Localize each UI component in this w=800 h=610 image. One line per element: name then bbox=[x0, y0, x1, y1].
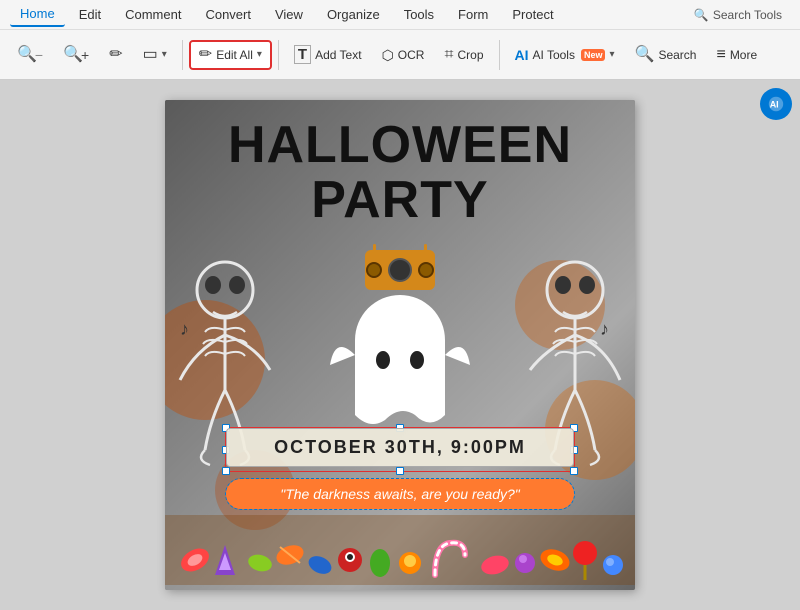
date-text-box[interactable]: OCTOBER 30TH, 9:00PM bbox=[226, 428, 574, 467]
menu-convert[interactable]: Convert bbox=[195, 3, 261, 26]
search-tools-area[interactable]: 🔍 Search Tools bbox=[686, 5, 790, 25]
ai-tools-label: AI Tools bbox=[533, 48, 575, 62]
edit-all-chevron: ▾ bbox=[257, 49, 262, 60]
ghost-character bbox=[355, 295, 445, 435]
more-button[interactable]: ≡ More bbox=[707, 41, 766, 69]
svg-text:♪: ♪ bbox=[180, 319, 189, 339]
shapes-button[interactable]: ▭ ▾ bbox=[134, 41, 176, 69]
text-box-area: OCTOBER 30TH, 9:00PM "The darkness await… bbox=[225, 427, 575, 510]
boombox-antenna-left bbox=[373, 244, 376, 256]
zoom-out-minus: − bbox=[35, 47, 43, 63]
add-text-button[interactable]: T Add Text bbox=[285, 39, 371, 70]
candy-decorations bbox=[165, 515, 635, 585]
menu-view[interactable]: View bbox=[265, 3, 313, 26]
ghost-arms-svg bbox=[325, 325, 475, 385]
handle-br[interactable] bbox=[570, 467, 578, 475]
zoom-in-plus: + bbox=[81, 47, 89, 63]
edit-all-button[interactable]: ✏ Edit All ▾ bbox=[189, 40, 272, 70]
handle-bl[interactable] bbox=[222, 467, 230, 475]
ai-tools-chevron: ▾ bbox=[609, 49, 614, 60]
shapes-chevron: ▾ bbox=[162, 49, 167, 60]
zoom-out-icon: 🔍 bbox=[17, 47, 37, 63]
boombox bbox=[365, 250, 435, 290]
menu-tools[interactable]: Tools bbox=[394, 3, 444, 26]
quote-box-wrapper: "The darkness awaits, are you ready?" bbox=[225, 478, 575, 510]
separator-3 bbox=[499, 40, 500, 70]
toolbar: 🔍 − 🔍 + ✏ ▭ ▾ ✏ Edit All ▾ T Add Text ⬡ … bbox=[0, 30, 800, 80]
handle-bm[interactable] bbox=[396, 467, 404, 475]
search-button[interactable]: 🔍 Search bbox=[626, 41, 706, 69]
highlight-icon: ✏ bbox=[109, 47, 122, 63]
edit-all-icon: ✏ bbox=[199, 47, 212, 63]
highlight-button[interactable]: ✏ bbox=[100, 41, 131, 69]
crop-button[interactable]: ⌗ Crop bbox=[435, 41, 492, 69]
ai-tools-icon: AI bbox=[515, 48, 529, 62]
crop-icon: ⌗ bbox=[444, 47, 453, 63]
svg-text:♪: ♪ bbox=[600, 319, 609, 339]
separator-2 bbox=[278, 40, 279, 70]
menu-edit[interactable]: Edit bbox=[69, 3, 111, 26]
search-tools-icon: 🔍 bbox=[694, 8, 709, 22]
shapes-icon: ▭ bbox=[143, 47, 158, 63]
crop-label: Crop bbox=[457, 48, 483, 62]
ocr-label: OCR bbox=[398, 48, 425, 62]
poster-document: HALLOWEEN PARTY bbox=[165, 100, 635, 590]
ai-tools-button[interactable]: AI AI Tools New ▾ bbox=[506, 42, 624, 68]
search-label: Search bbox=[658, 48, 696, 62]
ai-floating-icon: AI bbox=[767, 95, 785, 113]
menu-bar: Home Edit Comment Convert View Organize … bbox=[0, 0, 800, 30]
menu-protect[interactable]: Protect bbox=[502, 3, 563, 26]
svg-text:AI: AI bbox=[770, 100, 779, 110]
zoom-in-button[interactable]: 🔍 + bbox=[54, 41, 98, 69]
boombox-speaker-left bbox=[366, 262, 382, 278]
poster-title: HALLOWEEN PARTY bbox=[165, 118, 635, 227]
add-text-label: Add Text bbox=[315, 48, 361, 62]
menu-form[interactable]: Form bbox=[448, 3, 498, 26]
menu-comment[interactable]: Comment bbox=[115, 3, 191, 26]
add-text-icon: T bbox=[294, 45, 311, 64]
menu-home[interactable]: Home bbox=[10, 2, 65, 27]
separator-1 bbox=[182, 40, 183, 70]
ocr-icon: ⬡ bbox=[382, 48, 394, 62]
main-area: AI HALLOWEEN PARTY bbox=[0, 80, 800, 610]
zoom-out-button[interactable]: 🔍 − bbox=[8, 41, 52, 69]
menu-organize[interactable]: Organize bbox=[317, 3, 390, 26]
poster-title-line1: HALLOWEEN bbox=[165, 118, 635, 173]
zoom-in-icon: 🔍 bbox=[63, 47, 83, 63]
search-icon: 🔍 bbox=[635, 47, 655, 63]
more-icon: ≡ bbox=[716, 47, 725, 63]
ocr-button[interactable]: ⬡ OCR bbox=[373, 42, 434, 68]
boombox-speaker-right bbox=[418, 262, 434, 278]
ai-new-badge: New bbox=[581, 49, 606, 61]
more-label: More bbox=[730, 48, 757, 62]
quote-text-box[interactable]: "The darkness awaits, are you ready?" bbox=[226, 479, 574, 509]
boombox-top bbox=[373, 244, 427, 252]
boombox-antenna-right bbox=[424, 244, 427, 256]
date-box-wrapper: OCTOBER 30TH, 9:00PM bbox=[225, 427, 575, 472]
edit-all-label: Edit All bbox=[216, 48, 253, 62]
search-tools-label: Search Tools bbox=[713, 8, 782, 22]
ai-floating-button[interactable]: AI bbox=[760, 88, 792, 120]
candy-svg bbox=[165, 515, 635, 585]
boombox-center bbox=[388, 258, 412, 282]
poster-title-line2: PARTY bbox=[165, 173, 635, 228]
